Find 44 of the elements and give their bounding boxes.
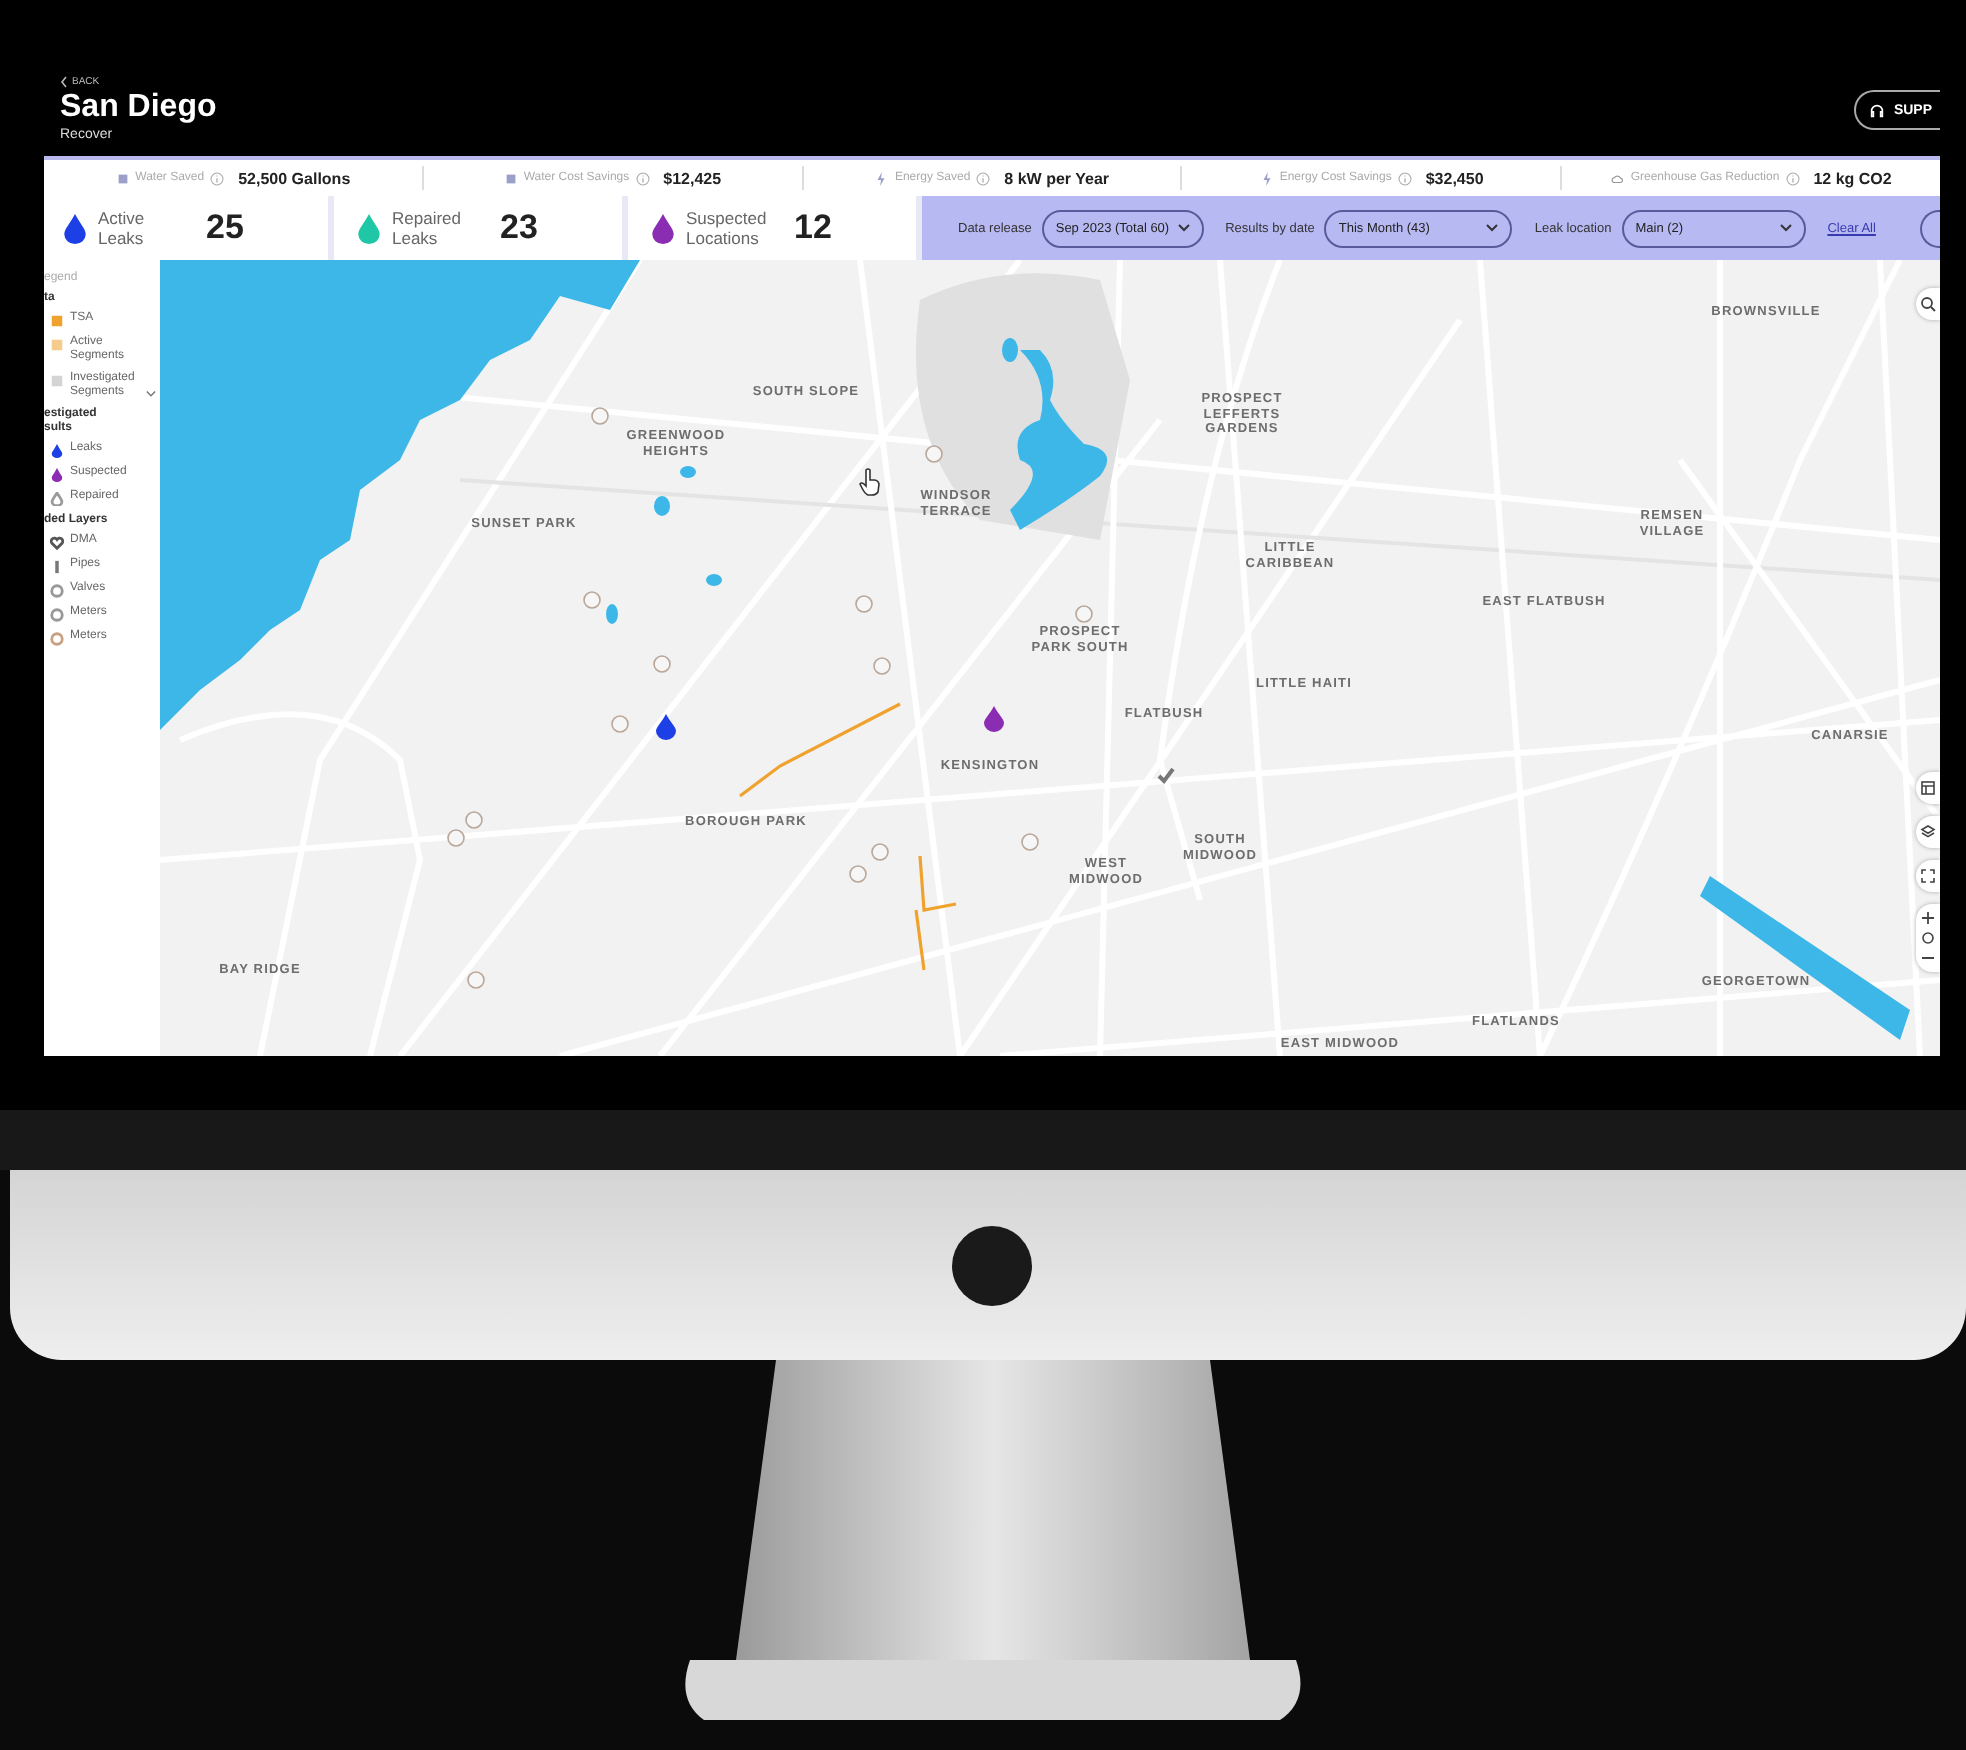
layers-icon	[1920, 824, 1936, 840]
bolt-icon	[1259, 171, 1274, 185]
headset-icon	[1867, 101, 1886, 119]
zoom-control[interactable]	[1916, 904, 1940, 972]
chevron-down-icon	[1486, 224, 1499, 232]
leak-pin-icon[interactable]	[656, 714, 676, 740]
map-poi-icon	[873, 657, 891, 675]
stat-value: 52,500 Gallons	[238, 169, 351, 187]
stat-value: $32,450	[1425, 169, 1484, 187]
stat-value: $12,425	[663, 169, 722, 187]
page-title: San Diego	[60, 90, 217, 126]
chevron-down-icon[interactable]	[146, 390, 156, 398]
chevron-left-icon	[60, 76, 68, 88]
fullscreen-icon	[1920, 868, 1936, 884]
stat-value: 12 kg CO2	[1813, 169, 1892, 187]
count-label: Active Leaks	[98, 208, 147, 248]
count-label: Repaired Leaks	[392, 208, 463, 248]
count-value: 23	[500, 208, 538, 248]
search-icon	[1920, 296, 1936, 312]
count-label: Suspected Locations	[686, 208, 769, 248]
logo-dot-icon	[952, 1225, 1032, 1305]
stat-value: 8 kW per Year	[1004, 169, 1109, 187]
table-icon	[1920, 780, 1936, 796]
chevron-down-icon	[1779, 224, 1792, 232]
map-poi-icon	[1021, 833, 1039, 851]
map-poi-icon	[611, 715, 629, 733]
map-poi-icon	[583, 591, 601, 609]
count-value: 12	[794, 208, 832, 248]
count-value: 25	[206, 208, 244, 248]
leak-pin-icon[interactable]	[984, 706, 1004, 732]
hand-cursor-icon	[858, 468, 882, 496]
square-icon	[115, 171, 130, 185]
square-icon	[503, 171, 518, 185]
map-poi-icon	[591, 407, 609, 425]
map-poi-icon	[1075, 605, 1093, 623]
check-icon[interactable]	[1156, 762, 1176, 788]
map-poi-icon	[925, 445, 943, 463]
chevron-down-icon	[1177, 224, 1190, 232]
map-poi-icon	[467, 971, 485, 989]
map-poi-icon	[653, 655, 671, 673]
bolt-icon	[874, 171, 889, 185]
cloud-icon	[1610, 171, 1625, 185]
map-poi-icon	[855, 595, 873, 613]
round-button[interactable]	[1920, 209, 1940, 247]
